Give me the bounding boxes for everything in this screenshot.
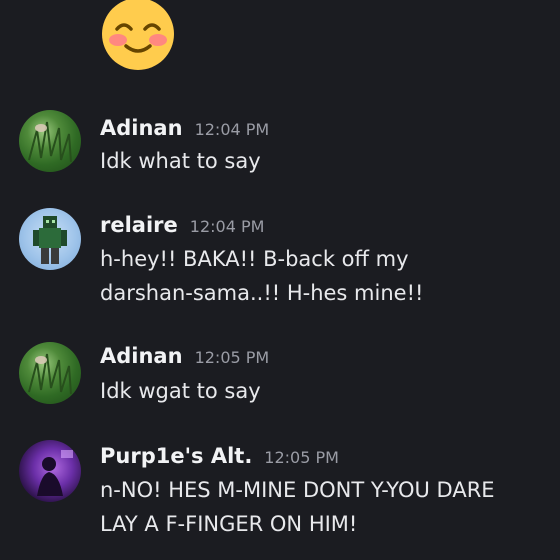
author-name[interactable]: Adinan [100,344,183,368]
message-content: Idk wgat to say [100,374,550,408]
avatar[interactable] [19,440,81,502]
author-name[interactable]: Adinan [100,116,183,140]
avatar[interactable] [19,208,81,270]
avatar[interactable] [19,342,81,404]
message-line: n-NO! HES M-MINE DONT Y-YOU DARE [100,478,495,502]
author-name[interactable]: relaire [100,213,178,237]
message-line: Idk what to say [100,149,261,173]
message-content: Idk what to say [100,144,550,178]
message-line: Idk wgat to say [100,379,261,403]
message-content: h-hey!! BAKA!! B-back off my darshan-sam… [100,242,550,310]
avatar[interactable] [19,110,81,172]
timestamp: 12:04 PM [194,120,270,139]
message-line: h-hey!! BAKA!! B-back off my [100,247,409,271]
timestamp: 12:05 PM [264,448,339,467]
timestamp: 12:04 PM [189,217,265,236]
author-name[interactable]: Purp1e's Alt. [100,444,252,468]
smiling-emoji-icon [100,0,176,72]
message-line: darshan-sama..!! H-hes mine!! [100,281,424,305]
message-line: LAY A F-FINGER ON HIM! [100,512,358,536]
message-content: n-NO! HES M-MINE DONT Y-YOU DARE LAY A F… [100,473,550,541]
timestamp: 12:05 PM [194,348,270,367]
